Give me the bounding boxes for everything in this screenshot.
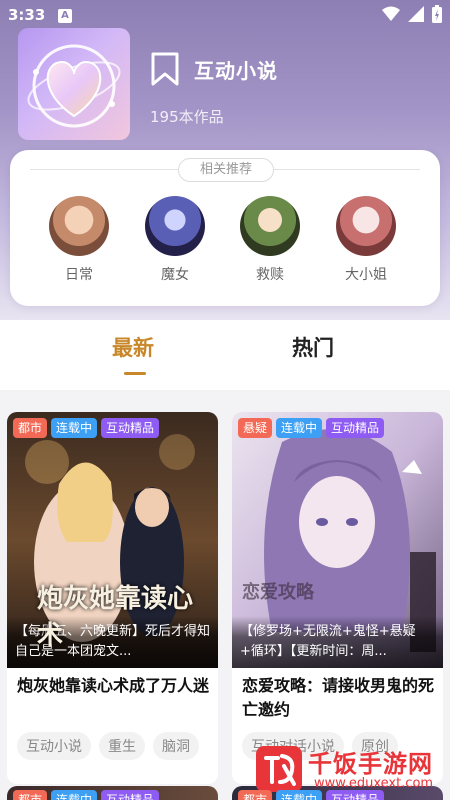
status-time: 3:33 bbox=[8, 6, 46, 24]
recommend-item-daily[interactable]: 日常 bbox=[44, 196, 114, 284]
book-tags: 都市 连载中 互动精品 bbox=[238, 790, 385, 800]
recommend-label: 救赎 bbox=[256, 267, 284, 283]
cover-title-art: 炮灰她靠读心术 bbox=[37, 584, 194, 651]
book-description: 【修罗场+无限流+鬼怪+悬疑+循环】【更新时间：周... bbox=[232, 616, 443, 668]
recommend-title: 相关推荐 bbox=[178, 158, 274, 182]
book-tags: 悬疑 连载中 互动精品 bbox=[238, 418, 385, 438]
book-cover: 悬疑 连载中 互动精品 恋爱攻略 【修罗场+无限流+鬼怪+悬疑+循环】【更新时间… bbox=[232, 412, 443, 668]
tab-bar: 最新 热门 bbox=[0, 320, 450, 390]
tab-hot[interactable]: 热门 bbox=[292, 332, 334, 362]
avatar bbox=[336, 196, 396, 256]
recommend-item-redemption[interactable]: 救赎 bbox=[235, 196, 305, 284]
category-chip[interactable]: 脑洞 bbox=[153, 732, 199, 760]
avatar bbox=[240, 196, 300, 256]
quality-tag: 互动精品 bbox=[101, 790, 160, 800]
tab-latest[interactable]: 最新 bbox=[112, 332, 154, 362]
genre-tag: 都市 bbox=[13, 790, 48, 800]
genre-tag: 都市 bbox=[13, 418, 48, 438]
book-tags: 都市 连载中 互动精品 bbox=[13, 790, 160, 800]
category-chip[interactable]: 重生 bbox=[99, 732, 145, 760]
book-card-peek[interactable]: 都市 连载中 互动精品 bbox=[7, 786, 218, 800]
recommend-item-young-lady[interactable]: 大小姐 bbox=[331, 196, 401, 284]
tab-active-indicator bbox=[124, 372, 146, 375]
bookmark-icon[interactable] bbox=[150, 52, 180, 86]
book-cover: 都市 连载中 互动精品 炮灰她靠读心术 【每周五、六晚更新】死后才得知自己是一本… bbox=[7, 412, 218, 668]
book-title: 恋爱攻略：请接收男鬼的死亡邀约 bbox=[242, 676, 435, 719]
book-card[interactable]: 都市 连载中 互动精品 炮灰她靠读心术 【每周五、六晚更新】死后才得知自己是一本… bbox=[7, 412, 218, 784]
watermark-brand: 千饭手游网 bbox=[308, 750, 433, 778]
status-tag: 连载中 bbox=[51, 418, 98, 438]
recommend-label: 日常 bbox=[65, 267, 93, 283]
notification-badge: A bbox=[58, 9, 72, 23]
book-title: 炮灰她靠读心术成了万人迷 bbox=[17, 676, 210, 695]
recommend-item-witch[interactable]: 魔女 bbox=[140, 196, 210, 284]
avatar bbox=[49, 196, 109, 256]
heart-logo-icon bbox=[27, 44, 121, 128]
status-tag: 连载中 bbox=[51, 790, 98, 800]
work-count: 195本作品 bbox=[150, 108, 224, 126]
quality-tag: 互动精品 bbox=[101, 418, 160, 438]
battery-icon bbox=[432, 5, 442, 23]
recommend-label: 魔女 bbox=[161, 267, 189, 283]
cover-title-art: 恋爱攻略 bbox=[242, 582, 314, 603]
status-icons bbox=[382, 5, 442, 23]
status-tag: 连载中 bbox=[276, 418, 323, 438]
avatar bbox=[145, 196, 205, 256]
category-cover-image bbox=[18, 28, 130, 140]
recommend-label: 大小姐 bbox=[345, 267, 387, 283]
signal-icon bbox=[408, 6, 424, 22]
watermark-url: www.eduxext.com bbox=[314, 776, 434, 791]
watermark-logo-icon bbox=[256, 746, 302, 792]
page-title: 互动小说 bbox=[194, 58, 278, 83]
category-chip[interactable]: 互动小说 bbox=[17, 732, 91, 760]
genre-tag: 都市 bbox=[238, 790, 273, 800]
book-card[interactable]: 悬疑 连载中 互动精品 恋爱攻略 【修罗场+无限流+鬼怪+悬疑+循环】【更新时间… bbox=[232, 412, 443, 784]
book-chips: 互动小说 重生 脑洞 bbox=[17, 732, 199, 760]
genre-tag: 悬疑 bbox=[238, 418, 273, 438]
header-title-row: 互动小说 bbox=[150, 52, 278, 86]
quality-tag: 互动精品 bbox=[326, 790, 385, 800]
related-recommend-card: 相关推荐 日常 魔女 救赎 大小姐 bbox=[10, 150, 440, 306]
book-tags: 都市 连载中 互动精品 bbox=[13, 418, 160, 438]
status-tag: 连载中 bbox=[276, 790, 323, 800]
wifi-icon bbox=[382, 6, 400, 21]
quality-tag: 互动精品 bbox=[326, 418, 385, 438]
